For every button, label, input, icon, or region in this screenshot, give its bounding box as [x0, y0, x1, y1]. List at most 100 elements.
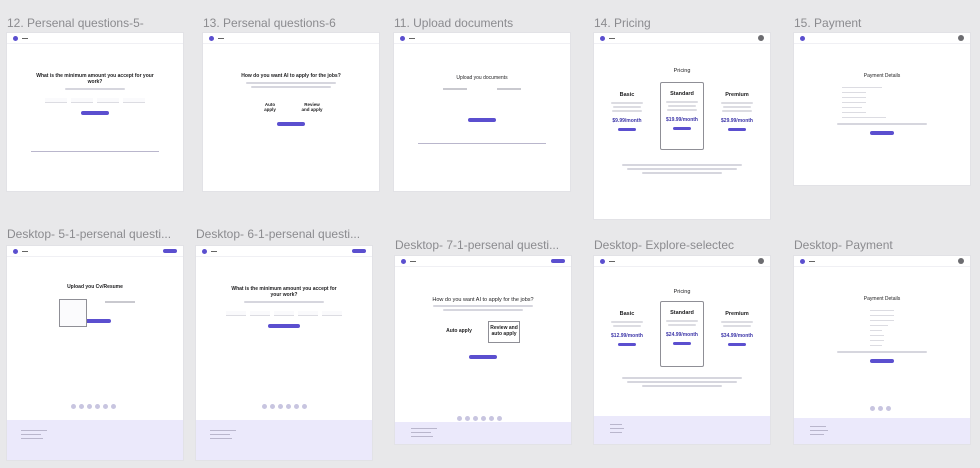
frame-label[interactable]: 13. Persenal questions-6 — [203, 16, 373, 30]
plan-price: $19.99/month — [666, 117, 698, 124]
continue-button[interactable] — [81, 110, 109, 115]
form-field[interactable] — [842, 99, 866, 104]
logo-icon — [600, 35, 605, 41]
form-field[interactable] — [842, 104, 862, 109]
frame-pricing[interactable]: ▬▬ Pricing Basic $9.99/month Standard $1… — [594, 33, 770, 219]
nav-bar: ▬▬ — [196, 246, 372, 257]
frame-label[interactable]: Desktop- Payment — [794, 238, 964, 252]
choice-review-auto-apply[interactable]: Review and auto apply — [488, 321, 520, 343]
frame-desktop-5-1[interactable]: ▬▬ Upload you Cv/Resume — [7, 246, 183, 460]
nav-cta-button[interactable] — [163, 249, 177, 253]
payment-form — [794, 303, 970, 347]
form-field[interactable] — [842, 94, 866, 99]
frame-label[interactable]: Desktop- 7-1-persenal questi... — [395, 238, 565, 252]
plan-card-premium[interactable]: Premium $29.99/month — [716, 82, 758, 132]
avatar[interactable] — [758, 258, 764, 264]
page-title: Upload you Cv/Resume — [67, 284, 123, 290]
amount-input[interactable] — [298, 310, 318, 316]
apply-choices: Auto apply Review and apply — [203, 102, 379, 112]
nav-cta-button[interactable] — [551, 259, 565, 263]
form-field[interactable] — [870, 332, 884, 337]
nav-bar: ▬▬ — [7, 33, 183, 44]
plan-name: Basic — [619, 311, 635, 318]
select-plan-button[interactable] — [618, 128, 636, 132]
logo-icon — [400, 35, 405, 41]
continue-button[interactable] — [85, 318, 111, 323]
nav-cta-button[interactable] — [352, 249, 366, 253]
avatar[interactable] — [758, 35, 764, 41]
frame-payment[interactable]: Payment Details — [794, 33, 970, 185]
form-field[interactable] — [842, 109, 866, 114]
amount-input[interactable] — [322, 310, 342, 316]
frame-label[interactable]: Desktop- 6-1-persenal questi... — [196, 227, 371, 241]
select-plan-button[interactable] — [673, 342, 691, 346]
nav-bar: ▬▬ — [203, 33, 379, 44]
form-field[interactable] — [870, 312, 894, 317]
form-field[interactable] — [870, 322, 888, 327]
amount-input[interactable] — [97, 97, 119, 103]
form-field[interactable] — [870, 307, 894, 312]
choice-auto-apply[interactable]: Auto apply — [446, 328, 472, 335]
amount-input[interactable] — [274, 310, 294, 316]
continue-button[interactable] — [469, 354, 497, 359]
form-field[interactable] — [870, 327, 882, 332]
plan-card-basic[interactable]: Basic $9.99/month — [606, 82, 648, 132]
frame-desktop-payment[interactable]: ▬▬ Payment Details — [794, 256, 970, 444]
amount-input[interactable] — [250, 310, 270, 316]
logo: ▬▬ — [409, 36, 415, 40]
continue-button[interactable] — [268, 323, 300, 328]
frame-label[interactable]: 12. Persenal questions-5- — [7, 16, 177, 30]
select-plan-button[interactable] — [673, 127, 691, 131]
pay-button[interactable] — [870, 130, 894, 135]
form-field[interactable] — [870, 342, 882, 347]
frame-personal-questions-5[interactable]: ▬▬ What is the minimum amount you accept… — [7, 33, 183, 191]
amount-input[interactable] — [226, 310, 246, 316]
frame-personal-questions-6[interactable]: ▬▬ How do you want AI to apply for the j… — [203, 33, 379, 191]
upload-area — [59, 298, 183, 327]
plan-card-premium[interactable]: Premium $34.99/month — [716, 301, 758, 347]
frame-desktop-7-1[interactable]: ▬▬ How do you want AI to apply for the j… — [395, 256, 571, 444]
logo-icon — [800, 35, 805, 41]
form-field[interactable] — [870, 337, 884, 342]
frame-desktop-explore-selected[interactable]: ▬▬ Pricing Basic $12.99/month Standard $… — [594, 256, 770, 444]
logo: ▬▬ — [22, 36, 28, 40]
upload-box[interactable] — [59, 298, 87, 327]
nav-bar: ▬▬ — [594, 33, 770, 44]
frame-label[interactable]: 11. Upload documents — [394, 16, 564, 30]
form-field[interactable] — [842, 89, 866, 94]
divider — [418, 143, 546, 144]
frame-label[interactable]: 14. Pricing — [594, 16, 764, 30]
plan-name: Premium — [725, 92, 749, 99]
subtitle-line — [251, 85, 331, 88]
page-title: What is the minimum amount you accept fo… — [231, 286, 337, 298]
logo-icon — [13, 248, 18, 254]
form-field[interactable] — [842, 84, 882, 89]
frame-upload-documents[interactable]: ▬▬ Upload you documents — [394, 33, 570, 191]
frame-label[interactable]: Desktop- Explore-selectec — [594, 238, 740, 252]
nav-bar: ▬▬ — [395, 256, 571, 267]
pricing-plans: Basic $9.99/month Standard $19.99/month … — [594, 82, 770, 151]
pay-button[interactable] — [870, 358, 894, 363]
continue-button[interactable] — [468, 117, 496, 122]
form-field[interactable] — [842, 114, 886, 119]
frame-desktop-6-1[interactable]: ▬▬ What is the minimum amount you accept… — [196, 246, 372, 460]
amount-input[interactable] — [45, 97, 67, 103]
amount-input[interactable] — [123, 97, 145, 103]
plan-price: $34.99/month — [721, 333, 753, 340]
amount-input[interactable] — [71, 97, 93, 103]
form-field[interactable] — [870, 317, 894, 322]
plan-card-standard[interactable]: Standard $19.99/month — [660, 82, 704, 151]
select-plan-button[interactable] — [728, 128, 746, 132]
subtitle-line — [246, 81, 336, 84]
avatar[interactable] — [958, 258, 964, 264]
choice-review-apply[interactable]: Review and apply — [301, 102, 323, 112]
frame-label[interactable]: Desktop- 5-1-persenal questi... — [7, 227, 177, 241]
select-plan-button[interactable] — [618, 343, 636, 347]
avatar[interactable] — [958, 35, 964, 41]
frame-label[interactable]: 15. Payment — [794, 16, 964, 30]
plan-card-basic[interactable]: Basic $12.99/month — [606, 301, 648, 347]
plan-card-standard[interactable]: Standard $24.99/month — [660, 301, 704, 368]
continue-button[interactable] — [277, 122, 305, 127]
select-plan-button[interactable] — [728, 343, 746, 347]
choice-auto-apply[interactable]: Auto apply — [259, 102, 281, 112]
